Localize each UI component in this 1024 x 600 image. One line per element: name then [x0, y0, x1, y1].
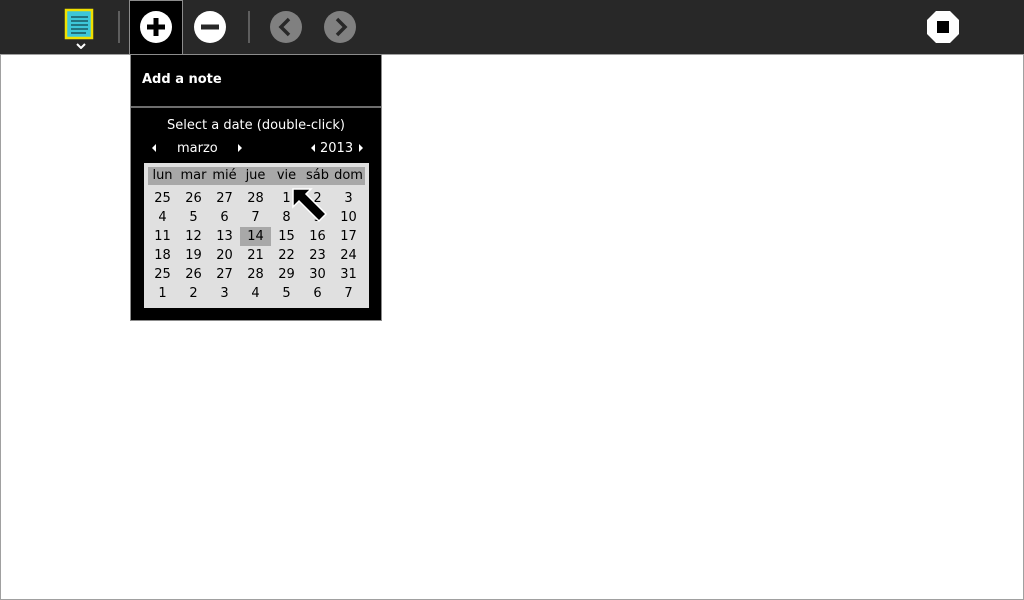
- calendar-day[interactable]: 11: [147, 227, 178, 246]
- weekday-label: mié: [212, 168, 237, 183]
- prev-month-icon[interactable]: [152, 144, 156, 152]
- remove-icon: [194, 11, 226, 43]
- calendar-day[interactable]: 22: [271, 246, 302, 265]
- calendar-grid: lunmarmiéjueviesábdom2526272812345678910…: [144, 163, 369, 308]
- year-label: 2013: [320, 141, 354, 156]
- calendar-day[interactable]: 19: [178, 246, 209, 265]
- calendar-day[interactable]: 4: [240, 284, 271, 303]
- back-icon: [270, 11, 302, 43]
- calendar-day[interactable]: 3: [333, 189, 364, 208]
- weekday-label: lun: [152, 168, 173, 183]
- stop-button[interactable]: [916, 0, 970, 54]
- weekday-label: vie: [276, 168, 297, 183]
- weekday-label: jue: [245, 168, 266, 183]
- calendar-day[interactable]: 7: [333, 284, 364, 303]
- forward-icon: [324, 11, 356, 43]
- calendar-day[interactable]: 26: [178, 189, 209, 208]
- calendar-day[interactable]: 2: [178, 284, 209, 303]
- calendar-day[interactable]: 27: [209, 189, 240, 208]
- weekday-label: dom: [334, 168, 363, 183]
- add-note-palette: Add a note Select a date (double-click) …: [130, 54, 382, 321]
- remove-note-button[interactable]: [183, 0, 237, 54]
- add-note-button[interactable]: [129, 0, 183, 56]
- calendar-day[interactable]: 13: [209, 227, 240, 246]
- notes-activity-icon: [64, 8, 94, 40]
- chevron-down-icon: [76, 43, 86, 49]
- weekday-label: sáb: [306, 168, 329, 183]
- calendar-day-selected[interactable]: 14: [240, 227, 271, 246]
- stop-icon: [927, 11, 959, 43]
- calendar-day[interactable]: 30: [302, 265, 333, 284]
- calendar-day[interactable]: 16: [302, 227, 333, 246]
- calendar-day[interactable]: 28: [240, 189, 271, 208]
- month-label: marzo: [177, 141, 218, 156]
- calendar-day[interactable]: 10: [333, 208, 364, 227]
- calendar-day[interactable]: 27: [209, 265, 240, 284]
- add-icon: [140, 11, 172, 43]
- calendar-day[interactable]: 5: [178, 208, 209, 227]
- calendar-day[interactable]: 25: [147, 265, 178, 284]
- forward-button[interactable]: [313, 0, 367, 54]
- toolbar-separator: [248, 11, 250, 43]
- calendar-day[interactable]: 4: [147, 208, 178, 227]
- calendar-day[interactable]: 28: [240, 265, 271, 284]
- calendar-day[interactable]: 21: [240, 246, 271, 265]
- toolbar-separator: [118, 11, 120, 43]
- prev-year-icon[interactable]: [311, 144, 315, 152]
- calendar-day[interactable]: 5: [271, 284, 302, 303]
- calendar-day[interactable]: 31: [333, 265, 364, 284]
- calendar-day[interactable]: 6: [209, 208, 240, 227]
- next-year-icon[interactable]: [359, 144, 363, 152]
- calendar-day[interactable]: 18: [147, 246, 178, 265]
- calendar-day[interactable]: 7: [240, 208, 271, 227]
- toolbar: [0, 0, 1024, 56]
- calendar-day[interactable]: 17: [333, 227, 364, 246]
- calendar-day[interactable]: 15: [271, 227, 302, 246]
- calendar-day[interactable]: 24: [333, 246, 364, 265]
- calendar-day[interactable]: 12: [178, 227, 209, 246]
- weekday-label: mar: [180, 168, 207, 183]
- calendar-day[interactable]: 25: [147, 189, 178, 208]
- palette-title: Add a note: [142, 72, 222, 87]
- calendar-day[interactable]: 1: [147, 284, 178, 303]
- back-button[interactable]: [259, 0, 313, 54]
- calendar-day[interactable]: 23: [302, 246, 333, 265]
- mouse-cursor-icon: [292, 188, 328, 223]
- calendar-day[interactable]: 26: [178, 265, 209, 284]
- calendar-day[interactable]: 6: [302, 284, 333, 303]
- palette-separator: [131, 106, 381, 108]
- activity-button[interactable]: [62, 7, 102, 51]
- calendar-day[interactable]: 29: [271, 265, 302, 284]
- next-month-icon[interactable]: [238, 144, 242, 152]
- calendar-day[interactable]: 20: [209, 246, 240, 265]
- calendar-caption: Select a date (double-click): [167, 118, 345, 133]
- calendar-day[interactable]: 3: [209, 284, 240, 303]
